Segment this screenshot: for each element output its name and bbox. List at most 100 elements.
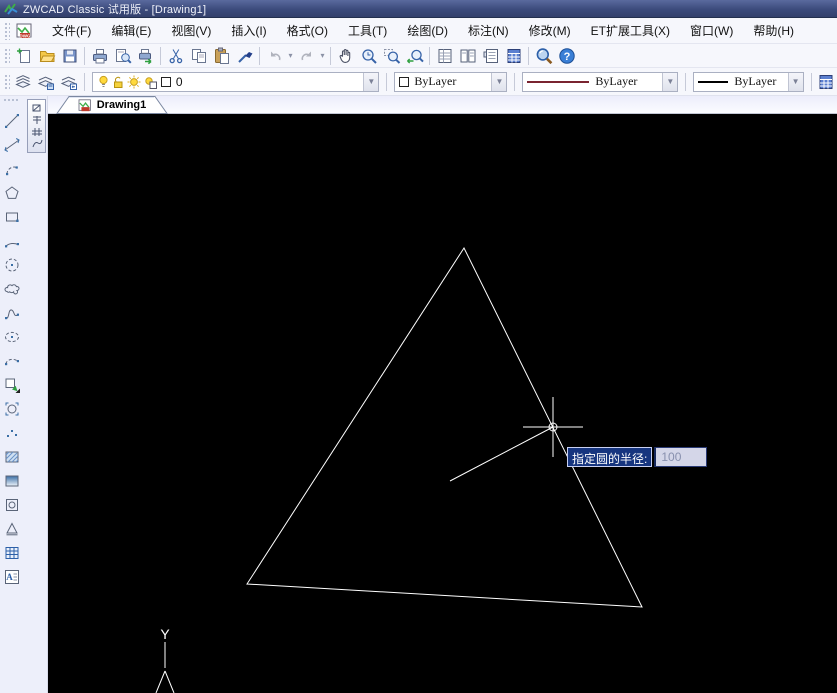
- layer-bulb-icon[interactable]: [97, 75, 110, 89]
- redo-dropdown-icon[interactable]: ▾: [318, 51, 327, 60]
- tool-palettes-button[interactable]: [479, 45, 502, 67]
- draw-toolbar-dock: A: [0, 96, 48, 693]
- layer-states-button[interactable]: [35, 71, 58, 93]
- donut-button[interactable]: [0, 493, 24, 517]
- zoom-previous-button[interactable]: [403, 45, 426, 67]
- zoom-window-button[interactable]: [380, 45, 403, 67]
- lineweight-combo-dropdown-icon[interactable]: ▼: [787, 72, 803, 91]
- linetype-combo-dropdown-icon[interactable]: ▼: [662, 72, 678, 91]
- polyline-button[interactable]: [0, 157, 24, 181]
- menu-window[interactable]: 窗口(W): [680, 19, 743, 42]
- mini-tool-3-button[interactable]: [29, 126, 44, 138]
- mini-tool-2-button[interactable]: [29, 114, 44, 126]
- layer-combo-dropdown-icon[interactable]: ▼: [363, 72, 379, 91]
- toolbar-separator: [330, 46, 331, 65]
- menu-edit[interactable]: 编辑(E): [101, 19, 161, 42]
- rectangle-button[interactable]: [0, 205, 24, 229]
- match-properties-button[interactable]: [233, 45, 256, 67]
- open-button[interactable]: [35, 45, 58, 67]
- menu-dimension[interactable]: 标注(N): [458, 19, 519, 42]
- tab-drawing1[interactable]: Drawing1: [56, 96, 168, 114]
- menu-view[interactable]: 视图(V): [161, 19, 221, 42]
- make-block-button[interactable]: [0, 397, 24, 421]
- properties-button[interactable]: [433, 45, 456, 67]
- layer-sun-viewport-icon[interactable]: [143, 75, 157, 89]
- polygon-button[interactable]: [0, 181, 24, 205]
- search-button[interactable]: [532, 45, 555, 67]
- circle-button[interactable]: [0, 253, 24, 277]
- drawing-canvas[interactable]: Y 指定圆的半径: 100: [48, 114, 837, 693]
- menu-format[interactable]: 格式(O): [277, 19, 338, 42]
- menu-file[interactable]: 文件(F): [42, 19, 101, 42]
- redo-button[interactable]: [295, 45, 318, 67]
- layer-unlock-icon[interactable]: [112, 75, 125, 89]
- mini-tool-4-button[interactable]: [29, 138, 44, 150]
- arc-button[interactable]: [0, 229, 24, 253]
- layer-toolbar: 0 ▼ ByLayer ▼ ByLayer ▼ ByLayer ▼: [0, 68, 837, 96]
- linetype-combo[interactable]: ByLayer ▼: [522, 71, 679, 92]
- quick-calc-button[interactable]: [502, 45, 525, 67]
- help-button[interactable]: ?: [555, 45, 578, 67]
- quick-calc-button[interactable]: [815, 71, 837, 93]
- hatch-icon: [3, 448, 21, 466]
- point-button[interactable]: [0, 421, 24, 445]
- line-button[interactable]: [0, 109, 24, 133]
- standard-toolbar: ▾ ▾?: [0, 44, 837, 68]
- print-preview-button[interactable]: [111, 45, 134, 67]
- publish-button[interactable]: [134, 45, 157, 67]
- menubar-grip[interactable]: [4, 21, 10, 40]
- open-icon: [38, 47, 56, 65]
- construction-line-button[interactable]: [0, 133, 24, 157]
- table-button[interactable]: [0, 541, 24, 565]
- revision-cloud-button[interactable]: [0, 277, 24, 301]
- point-icon: [3, 424, 21, 442]
- lineweight-combo[interactable]: ByLayer ▼: [693, 71, 804, 92]
- color-combo-dropdown-icon[interactable]: ▼: [491, 72, 507, 91]
- menu-et-tools[interactable]: ET扩展工具(X): [581, 19, 680, 42]
- hatch-button[interactable]: [0, 445, 24, 469]
- undo-dropdown-icon[interactable]: ▾: [286, 51, 295, 60]
- color-combo-value: ByLayer: [414, 74, 457, 88]
- layer-combo[interactable]: 0 ▼: [91, 71, 380, 92]
- tab-label: Drawing1: [96, 99, 147, 111]
- layer-sun-icon[interactable]: [127, 75, 141, 89]
- menu-tools[interactable]: 工具(T): [338, 19, 397, 42]
- toolbar-separator: [160, 46, 161, 65]
- pan-button[interactable]: [334, 45, 357, 67]
- design-center-button[interactable]: [456, 45, 479, 67]
- spline-button[interactable]: [0, 301, 24, 325]
- svg-text:DWG: DWG: [20, 33, 31, 38]
- paste-button[interactable]: [210, 45, 233, 67]
- gradient-button[interactable]: [0, 469, 24, 493]
- window-title: ZWCAD Classic 试用版 - [Drawing1]: [23, 3, 207, 16]
- print-preview-icon: [114, 47, 132, 65]
- new-button[interactable]: [12, 45, 35, 67]
- copy-button[interactable]: [187, 45, 210, 67]
- menu-insert[interactable]: 插入(I): [221, 19, 276, 42]
- menu-modify[interactable]: 修改(M): [519, 19, 581, 42]
- save-icon: [61, 47, 79, 65]
- ellipse-button[interactable]: [0, 325, 24, 349]
- copy-icon: [190, 47, 208, 65]
- layer-properties-button[interactable]: [12, 71, 35, 93]
- zoom-realtime-button[interactable]: [357, 45, 380, 67]
- undo-button[interactable]: [263, 45, 286, 67]
- standard-toolbar-grip[interactable]: [4, 47, 10, 64]
- insert-block-button[interactable]: [0, 373, 24, 397]
- mtext-button[interactable]: A: [0, 565, 24, 589]
- mini-tool-1-button[interactable]: [29, 102, 44, 114]
- cut-button[interactable]: [164, 45, 187, 67]
- print-button[interactable]: [88, 45, 111, 67]
- title-bar[interactable]: ZWCAD Classic 试用版 - [Drawing1]: [0, 0, 837, 18]
- dynamic-input-value[interactable]: 100: [654, 447, 708, 467]
- menu-help[interactable]: 帮助(H): [743, 19, 804, 42]
- color-combo[interactable]: ByLayer ▼: [394, 71, 508, 92]
- menu-draw[interactable]: 绘图(D): [397, 19, 458, 42]
- ellipse-arc-button[interactable]: [0, 349, 24, 373]
- save-button[interactable]: [58, 45, 81, 67]
- layer-previous-button[interactable]: [58, 71, 81, 93]
- region-button[interactable]: [0, 517, 24, 541]
- lineweight-combo-value: ByLayer: [734, 74, 777, 88]
- layer-toolbar-grip[interactable]: [4, 73, 10, 90]
- draw-toolbar-grip[interactable]: [3, 98, 19, 103]
